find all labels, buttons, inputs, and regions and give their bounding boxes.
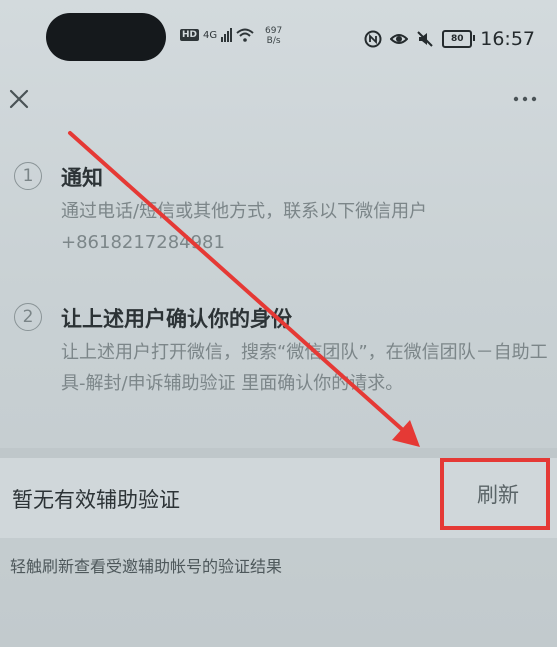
verification-status-row: 暂无有效辅助验证 刷新	[0, 458, 557, 538]
section-divider	[0, 448, 557, 458]
step-description: 通过电话/短信或其他方式，联系以下微信用户 +8618217284981	[61, 196, 551, 258]
more-icon[interactable]	[511, 88, 539, 110]
step-title: 通知	[61, 166, 103, 190]
refresh-button[interactable]: 刷新	[440, 458, 550, 530]
wifi-icon	[236, 28, 254, 42]
network-indicators: HD 4G	[180, 28, 254, 42]
nfc-icon	[364, 30, 382, 48]
hd-badge: HD	[180, 29, 200, 41]
clock: 16:57	[480, 28, 535, 50]
network-type: 4G	[203, 29, 218, 41]
step-confirm-identity: 2 让上述用户确认你的身份 让上述用户打开微信，搜索“微信团队”，在微信团队－自…	[14, 303, 548, 433]
step-description: 让上述用户打开微信，搜索“微信团队”，在微信团队－自助工具-解封/申诉辅助验证 …	[61, 342, 548, 394]
step-number-badge: 1	[14, 162, 42, 190]
camera-cutout	[46, 13, 166, 61]
speed-value: 697	[265, 26, 283, 36]
close-icon[interactable]	[8, 88, 30, 110]
mute-icon	[417, 31, 433, 47]
verification-status-label: 暂无有效辅助验证	[12, 488, 180, 512]
step-notify: 1 通知 通过电话/短信或其他方式，联系以下微信用户 +861821728498…	[14, 162, 544, 262]
refresh-hint: 轻触刷新查看受邀辅助帐号的验证结果	[10, 557, 283, 576]
battery-icon: 80	[442, 30, 476, 48]
header-bar	[0, 78, 557, 124]
step-description-line: 通过电话/短信或其他方式，联系以下微信用户	[61, 201, 428, 222]
app-screen: HD 4G 697 B/s 80 16:57 1 通知 通过电话/短信或其他方式…	[0, 0, 557, 647]
step-number-badge: 2	[14, 303, 42, 331]
eye-comfort-icon	[390, 34, 409, 44]
step-title: 让上述用户确认你的身份	[61, 307, 292, 331]
status-bar: HD 4G 697 B/s 80 16:57	[0, 0, 557, 78]
contact-phone-number: +8618217284981	[61, 232, 225, 253]
speed-unit: B/s	[266, 36, 281, 46]
network-speed: 697 B/s	[265, 26, 282, 46]
signal-icon	[221, 28, 233, 42]
system-status: 80 16:57	[364, 28, 535, 50]
